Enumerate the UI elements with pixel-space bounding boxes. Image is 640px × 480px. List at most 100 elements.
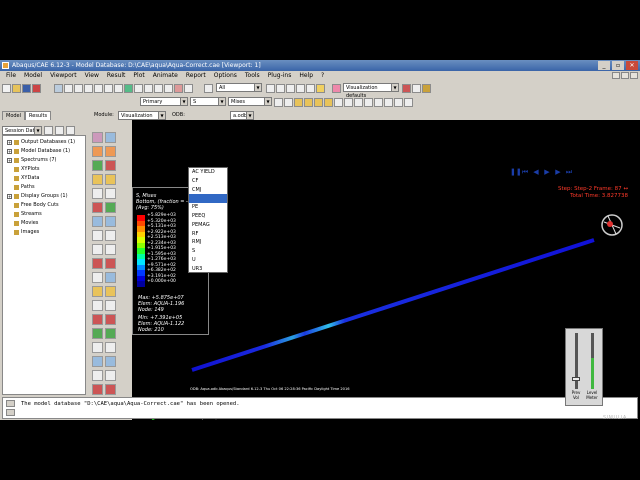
query-icon[interactable] xyxy=(54,83,63,93)
path-manager-icon[interactable] xyxy=(92,258,103,269)
menu-result[interactable]: Result xyxy=(103,71,130,81)
view-options-icon[interactable] xyxy=(105,384,116,395)
color-swatch-icon[interactable] xyxy=(402,83,411,93)
zoom-box-icon[interactable] xyxy=(94,83,103,93)
field-variable-dropdown[interactable]: AC YIELD CF CMJ PE PEEQ PEMAG RF RMJ S U UR3 xyxy=(188,167,228,273)
create-xy-data-icon[interactable] xyxy=(105,244,116,255)
animate-scale-factor-icon[interactable] xyxy=(92,216,103,227)
section-icon[interactable] xyxy=(394,97,403,107)
volume-mixer[interactable]: Prev Vol Level Meter xyxy=(565,328,603,406)
probe-values-icon[interactable] xyxy=(105,328,116,339)
feature-icon[interactable] xyxy=(404,97,413,107)
print-icon[interactable] xyxy=(32,83,41,93)
dropdown-option[interactable] xyxy=(189,194,227,204)
hidden-lines-icon[interactable] xyxy=(276,83,285,93)
menu-viewport[interactable]: Viewport xyxy=(46,71,81,81)
save-icon[interactable] xyxy=(22,83,31,93)
triad-options-icon[interactable] xyxy=(92,370,103,381)
magnify-icon[interactable] xyxy=(84,83,93,93)
parallel-icon[interactable] xyxy=(316,83,325,93)
tab-model[interactable]: Model xyxy=(2,111,26,120)
pan-icon[interactable] xyxy=(64,83,73,93)
color-manager-icon[interactable] xyxy=(412,83,421,93)
dropdown-option[interactable]: AC YIELD xyxy=(189,168,227,177)
shaded-icon[interactable] xyxy=(296,83,305,93)
intersect-icon[interactable] xyxy=(334,97,343,107)
add-icon[interactable] xyxy=(314,97,323,107)
open-folder-icon[interactable] xyxy=(12,83,21,93)
mdi-restore-button[interactable] xyxy=(621,72,629,79)
render-style-select[interactable]: Visualization defaults ▼ xyxy=(343,83,399,99)
close-button[interactable]: ✕ xyxy=(626,61,638,70)
tree-item-model-database[interactable]: + Model Database (1) xyxy=(7,147,70,156)
save-animation-icon[interactable] xyxy=(105,230,116,241)
view-front-icon[interactable] xyxy=(134,83,143,93)
menu-plugins[interactable]: Plug-ins xyxy=(264,71,296,81)
view-back-icon[interactable] xyxy=(144,83,153,93)
menu-context-help[interactable]: ? xyxy=(317,71,328,81)
tree-item-movies[interactable]: Movies xyxy=(14,219,38,228)
dropdown-option[interactable]: U xyxy=(189,256,227,265)
tree-expand-icon[interactable] xyxy=(55,126,64,135)
query-information-icon[interactable] xyxy=(92,328,103,339)
display-group-icon[interactable] xyxy=(294,97,303,107)
expander-icon[interactable]: + xyxy=(7,149,12,154)
view-top-icon[interactable] xyxy=(154,83,163,93)
orientation-options-icon[interactable] xyxy=(105,202,116,213)
create-display-group-icon[interactable] xyxy=(92,286,103,297)
expander-icon[interactable]: + xyxy=(7,158,12,163)
view-cut-manager-icon[interactable] xyxy=(374,97,383,107)
xy-data-manager-icon[interactable] xyxy=(92,244,103,255)
mdi-minimize-button[interactable] xyxy=(612,72,620,79)
step-frame-icon[interactable] xyxy=(284,97,293,107)
menu-animate[interactable]: Animate xyxy=(149,71,182,81)
dropdown-option[interactable]: PEMAG xyxy=(189,221,227,230)
tree-item-free-body-cuts[interactable]: Free Body Cuts xyxy=(14,201,59,210)
tab-results[interactable]: Results xyxy=(25,111,52,120)
superimpose-options-icon[interactable] xyxy=(105,174,116,185)
session-data-select[interactable]: Session Data ▼ xyxy=(2,126,42,135)
tree-collapse-icon[interactable] xyxy=(66,126,75,135)
common-options-icon[interactable] xyxy=(92,188,103,199)
create-path-icon[interactable] xyxy=(105,258,116,269)
view-left-icon[interactable] xyxy=(174,83,183,93)
tree-item-images[interactable]: Images xyxy=(14,228,39,237)
invariant-select[interactable]: Mises ▼ xyxy=(228,97,272,106)
dropdown-option[interactable]: CF xyxy=(189,177,227,186)
group-manager-icon[interactable] xyxy=(354,97,363,107)
tree-item-xydata[interactable]: XYData xyxy=(14,174,39,183)
wireframe-icon[interactable] xyxy=(266,83,275,93)
allow-multiple-plot-states-icon[interactable] xyxy=(92,174,103,185)
rotate-icon[interactable] xyxy=(74,83,83,93)
plot-symbols-icon[interactable] xyxy=(92,160,103,171)
module-select[interactable]: Visualization ▼ xyxy=(118,111,166,120)
menu-file[interactable]: File xyxy=(2,71,20,81)
result-options-icon[interactable] xyxy=(92,314,103,325)
dropdown-option[interactable]: UR3 xyxy=(189,265,227,274)
contour-options-icon[interactable] xyxy=(105,188,116,199)
title-bar[interactable]: Abaqus/CAE 6.12-3 - Model Database: D:\C… xyxy=(0,60,640,71)
title-block-options-icon[interactable] xyxy=(105,370,116,381)
stream-manager-icon[interactable] xyxy=(92,272,103,283)
toggle-cut-icon[interactable] xyxy=(384,97,393,107)
color-options-icon[interactable] xyxy=(422,83,431,93)
auto-fit-icon[interactable] xyxy=(104,83,113,93)
legend-options-icon[interactable] xyxy=(105,356,116,367)
cycle-views-icon[interactable] xyxy=(114,83,123,93)
menu-tools[interactable]: Tools xyxy=(241,71,264,81)
menu-help[interactable]: Help xyxy=(295,71,317,81)
symbol-options-icon[interactable] xyxy=(92,202,103,213)
perspective-icon[interactable] xyxy=(306,83,315,93)
tree-item-paths[interactable]: Paths xyxy=(14,183,35,192)
annotation-manager-icon[interactable] xyxy=(92,356,103,367)
display-group-manager-icon[interactable] xyxy=(105,286,116,297)
create-stream-icon[interactable] xyxy=(105,272,116,283)
view-cut-icon[interactable] xyxy=(364,97,373,107)
field-output-tool-icon[interactable] xyxy=(105,314,116,325)
maximize-button[interactable]: ▫ xyxy=(612,61,624,70)
dropdown-option[interactable]: PEEQ xyxy=(189,212,227,221)
dropdown-option[interactable]: RF xyxy=(189,230,227,239)
field-variable-select[interactable]: S ▼ xyxy=(190,97,226,106)
plot-contours-icon[interactable] xyxy=(92,146,103,157)
view-cut-manager-tool-icon[interactable] xyxy=(92,300,103,311)
